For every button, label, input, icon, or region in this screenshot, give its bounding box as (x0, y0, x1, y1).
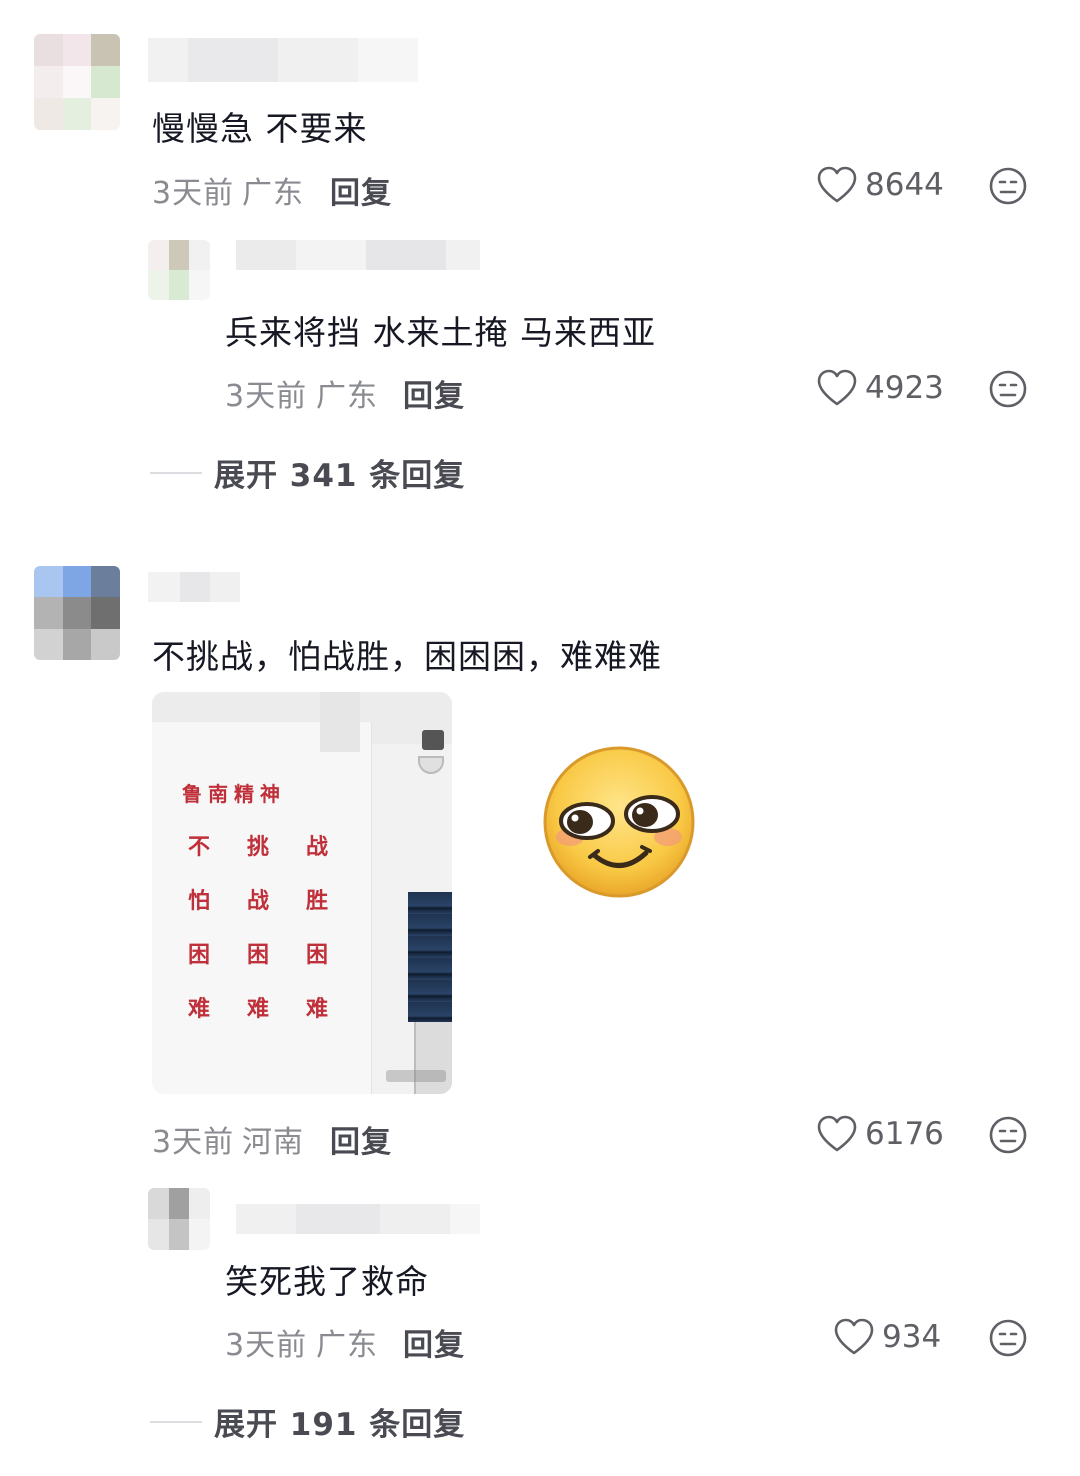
avatar[interactable] (34, 566, 120, 660)
reply-time: 3天前 (225, 1328, 308, 1363)
neutral-face-icon[interactable] (988, 1318, 1028, 1358)
reply-button[interactable]: 回复 (403, 1320, 465, 1364)
sign-char: 战 (246, 888, 269, 914)
sign-char: 南 (208, 782, 230, 806)
neutral-face-icon[interactable] (988, 1115, 1028, 1155)
expand-divider (150, 1420, 202, 1423)
reply-button[interactable]: 回复 (330, 168, 392, 212)
username-blurred[interactable] (148, 572, 240, 602)
reply-time: 3天前 (225, 379, 308, 414)
comment-time: 3天前 (152, 176, 235, 211)
expand-replies-label: 展开 191 条回复 (214, 1407, 466, 1443)
heart-outline-icon (817, 369, 857, 406)
reply-text: 笑死我了救命 (225, 1262, 429, 1301)
heart-outline-icon (817, 166, 857, 203)
avatar[interactable] (148, 240, 210, 300)
photo-shelf (408, 892, 452, 1022)
like-button[interactable]: 6176 (817, 1115, 944, 1153)
comment-text: 慢慢急 不要来 (152, 109, 368, 148)
reply-location: 广东 (316, 379, 378, 414)
sign-char: 难 (305, 996, 328, 1022)
smirk-emoji-icon[interactable] (542, 745, 696, 899)
comment-text: 不挑战，怕战胜，困困困，难难难 (152, 637, 662, 676)
wall-sign: 鲁 南 精 神 不 挑 战 怕 战 胜 困 困 困 难 难 难 (182, 778, 328, 1045)
sign-char: 鲁 (182, 782, 204, 806)
comment-location: 广东 (242, 176, 304, 211)
expand-divider (150, 471, 202, 474)
avatar[interactable] (34, 34, 120, 130)
sign-char: 不 (188, 834, 211, 860)
reply-text: 兵来将挡 水来土掩 马来西亚 (225, 313, 656, 352)
like-count: 6176 (865, 1116, 944, 1152)
expand-replies-button[interactable]: 展开 341 条回复 (150, 450, 465, 495)
like-button[interactable]: 4923 (817, 369, 944, 407)
sign-char: 困 (305, 942, 328, 968)
sign-char: 难 (246, 996, 269, 1022)
sign-char: 战 (305, 834, 328, 860)
like-button[interactable]: 934 (834, 1318, 941, 1356)
reply-button[interactable]: 回复 (330, 1117, 392, 1161)
reply-button[interactable]: 回复 (403, 371, 465, 415)
username-blurred[interactable] (148, 38, 418, 82)
heart-outline-icon (817, 1115, 857, 1152)
expand-replies-label: 展开 341 条回复 (214, 458, 466, 494)
sign-char: 胜 (305, 888, 328, 914)
sign-row: 不 挑 战 (188, 829, 328, 861)
sign-row: 难 难 难 (188, 991, 328, 1023)
photo-cabinet (414, 1022, 452, 1094)
photo-watermark (386, 1070, 446, 1082)
like-count: 934 (882, 1319, 942, 1355)
expand-replies-button[interactable]: 展开 191 条回复 (150, 1399, 465, 1444)
username-blurred[interactable] (236, 1204, 480, 1234)
heart-outline-icon (834, 1318, 874, 1355)
photo-beam (320, 692, 360, 752)
like-button[interactable]: 8644 (817, 166, 944, 204)
sign-char: 挑 (246, 834, 269, 860)
sign-row: 困 困 困 (188, 937, 328, 969)
sign-char: 困 (188, 942, 211, 968)
username-blurred[interactable] (236, 240, 480, 270)
sign-row: 怕 战 胜 (188, 883, 328, 915)
comment-location: 河南 (242, 1125, 304, 1160)
neutral-face-icon[interactable] (988, 369, 1028, 409)
sign-char: 神 (260, 782, 282, 806)
sign-char: 精 (234, 782, 256, 806)
comment-time: 3天前 (152, 1125, 235, 1160)
avatar[interactable] (148, 1188, 210, 1250)
security-camera-icon (422, 730, 444, 750)
reply-location: 广东 (316, 1328, 378, 1363)
neutral-face-icon[interactable] (988, 166, 1028, 206)
like-count: 8644 (865, 167, 944, 203)
comment-image[interactable]: 鲁 南 精 神 不 挑 战 怕 战 胜 困 困 困 难 难 难 (152, 692, 452, 1094)
sign-char: 困 (246, 942, 269, 968)
dome-camera-icon (418, 756, 444, 774)
like-count: 4923 (865, 370, 944, 406)
sign-char: 难 (188, 996, 211, 1022)
sign-char: 怕 (188, 888, 211, 914)
sign-row: 鲁 南 精 神 (182, 778, 328, 807)
